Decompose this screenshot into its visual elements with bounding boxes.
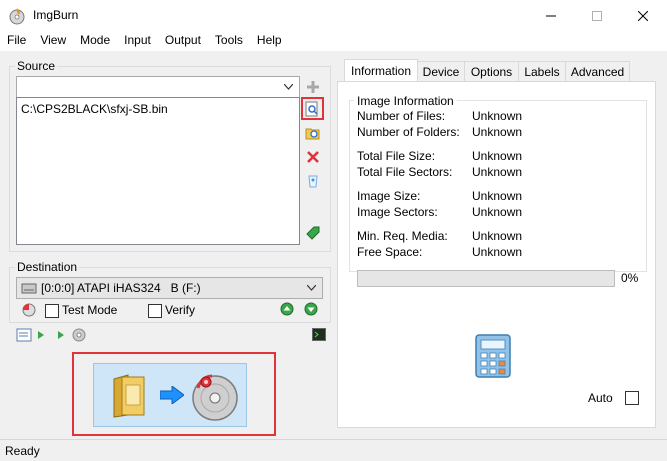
info-label: Total File Sectors: xyxy=(357,165,453,179)
progress-bar xyxy=(357,270,615,287)
write-button[interactable] xyxy=(93,363,247,427)
info-label: Number of Files: xyxy=(357,109,446,123)
menu-help[interactable]: Help xyxy=(250,31,289,51)
eject-tray-icon[interactable] xyxy=(280,302,294,316)
info-value: Unknown xyxy=(472,149,523,163)
info-value: Unknown xyxy=(472,245,523,259)
imgburn-app-icon xyxy=(9,8,25,25)
remove-file-button[interactable] xyxy=(304,148,322,166)
status-bar: Ready xyxy=(0,439,667,461)
source-label: Source xyxy=(15,59,58,73)
destination-label: Destination xyxy=(15,260,80,274)
arrow-right-icon xyxy=(160,386,184,404)
add-file-button[interactable] xyxy=(304,78,322,96)
calculator-icon[interactable] xyxy=(472,333,516,381)
close-button[interactable] xyxy=(620,0,666,31)
title-bar: ImgBurn xyxy=(0,0,667,31)
menu-input[interactable]: Input xyxy=(117,31,158,51)
info-label: Min. Req. Media: xyxy=(357,229,448,243)
clear-list-button[interactable] xyxy=(304,172,322,190)
menu-mode[interactable]: Mode xyxy=(73,31,117,51)
verify-label: Verify xyxy=(165,303,196,317)
image-info-label: Image Information xyxy=(354,94,457,108)
menu-output[interactable]: Output xyxy=(158,31,208,51)
maximize-button[interactable] xyxy=(574,0,620,31)
source-file-list[interactable]: C:\CPS2BLACK\sfxj-SB.bin xyxy=(16,97,300,245)
plus-icon xyxy=(307,81,319,93)
log-view-icon[interactable] xyxy=(16,328,32,342)
info-label: Free Space: xyxy=(357,245,423,259)
bin-icon xyxy=(308,175,318,188)
info-value: Unknown xyxy=(472,165,523,179)
disc-burn-icon xyxy=(192,374,238,421)
folder-search-icon xyxy=(305,128,320,140)
close-tray-icon[interactable] xyxy=(304,302,318,316)
browse-file-button[interactable] xyxy=(303,100,321,118)
play-arrow-icon[interactable] xyxy=(38,331,44,339)
info-value: Unknown xyxy=(472,205,523,219)
terminal-log-icon[interactable] xyxy=(312,328,326,341)
tab-options[interactable]: Options xyxy=(464,61,519,82)
file-list-item[interactable]: C:\CPS2BLACK\sfxj-SB.bin xyxy=(21,102,168,116)
folder-icon xyxy=(113,374,145,418)
auto-label: Auto xyxy=(588,391,613,405)
minimize-button[interactable] xyxy=(528,0,574,31)
write-options-icon[interactable] xyxy=(21,302,37,318)
maximize-icon xyxy=(592,10,602,21)
progress-percent: 0% xyxy=(621,271,639,285)
tab-information[interactable]: Information xyxy=(344,59,418,82)
queue-icon[interactable] xyxy=(72,328,86,342)
destination-drive-select[interactable]: [0:0:0] ATAPI iHAS324 B (F:) xyxy=(16,277,323,299)
info-label: Image Sectors: xyxy=(357,205,438,219)
tab-labels[interactable]: Labels xyxy=(518,61,566,82)
calculate-button[interactable] xyxy=(304,224,322,242)
menu-bar: File View Mode Input Output Tools Help xyxy=(0,31,667,51)
red-x-icon xyxy=(307,151,319,163)
window-title: ImgBurn xyxy=(33,8,79,22)
info-label: Image Size: xyxy=(357,189,421,203)
info-value: Unknown xyxy=(472,125,523,139)
info-value: Unknown xyxy=(472,109,523,123)
source-combo[interactable] xyxy=(16,76,300,98)
menu-tools[interactable]: Tools xyxy=(208,31,250,51)
minimize-icon xyxy=(546,15,556,16)
menu-file[interactable]: File xyxy=(0,31,33,51)
chevron-down-icon xyxy=(307,285,316,291)
tab-device[interactable]: Device xyxy=(417,61,465,82)
drive-select-value: [0:0:0] ATAPI iHAS324 B (F:) xyxy=(41,281,201,295)
close-icon xyxy=(638,10,648,21)
browse-file-icon xyxy=(305,101,318,117)
status-text: Ready xyxy=(5,444,40,458)
test-mode-checkbox[interactable] xyxy=(45,304,59,318)
info-label: Number of Folders: xyxy=(357,125,460,139)
drive-icon xyxy=(21,283,37,294)
info-value: Unknown xyxy=(472,229,523,243)
info-label: Total File Size: xyxy=(357,149,436,163)
menu-view[interactable]: View xyxy=(33,31,73,51)
auto-checkbox[interactable] xyxy=(625,391,639,405)
info-value: Unknown xyxy=(472,189,523,203)
tab-advanced[interactable]: Advanced xyxy=(565,61,630,82)
verify-checkbox[interactable] xyxy=(148,304,162,318)
chevron-down-icon xyxy=(284,84,293,90)
green-arrow-icon xyxy=(306,226,320,240)
test-mode-label: Test Mode xyxy=(62,303,118,317)
browse-folder-button[interactable] xyxy=(304,124,322,142)
play-arrow-icon[interactable] xyxy=(58,331,64,339)
